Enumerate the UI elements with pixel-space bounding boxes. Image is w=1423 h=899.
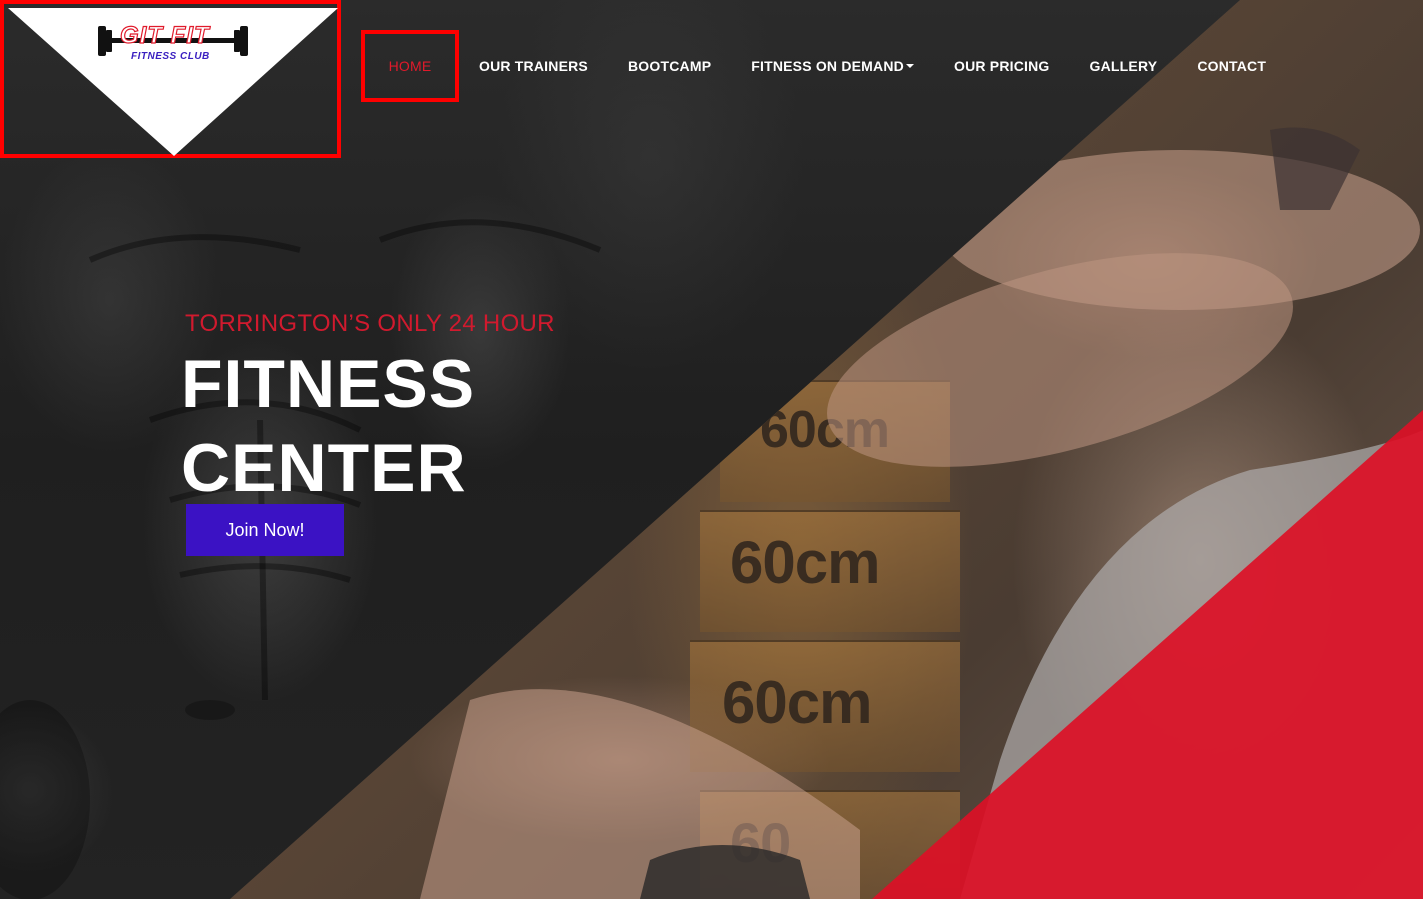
nav-bootcamp[interactable]: BOOTCAMP [628,58,711,74]
nav-contact[interactable]: CONTACT [1197,58,1266,74]
nav-our-trainers[interactable]: OUR TRAINERS [479,58,588,74]
nav-gallery[interactable]: GALLERY [1090,58,1158,74]
hero-eyebrow: TORRINGTON’S ONLY 24 HOUR [185,310,555,337]
join-now-button[interactable]: Join Now! [186,504,344,556]
nav-our-pricing[interactable]: OUR PRICING [954,58,1050,74]
caret-down-icon [905,64,914,68]
nav-home[interactable]: HOME [361,30,459,102]
site-logo[interactable]: GIT FIT FITNESS CLUB [0,0,341,158]
hero-headline-line2: CENTER [181,430,467,506]
main-navigation: HOME OUR TRAINERS BOOTCAMP FITNESS ON DE… [361,30,1266,102]
nav-fitness-on-demand[interactable]: FITNESS ON DEMAND [751,58,914,74]
hero-headline: FITNESS CENTER [181,342,475,510]
hero-headline-line1: FITNESS [181,346,476,422]
logo-tagline: FITNESS CLUB [131,51,210,62]
hero-section: 60cm 60cm 60cm 60 GIT FIT FITNESS CLUB [0,0,1423,899]
logo-wordmark: GIT FIT [119,21,210,49]
nav-fitness-on-demand-label: FITNESS ON DEMAND [751,58,904,74]
